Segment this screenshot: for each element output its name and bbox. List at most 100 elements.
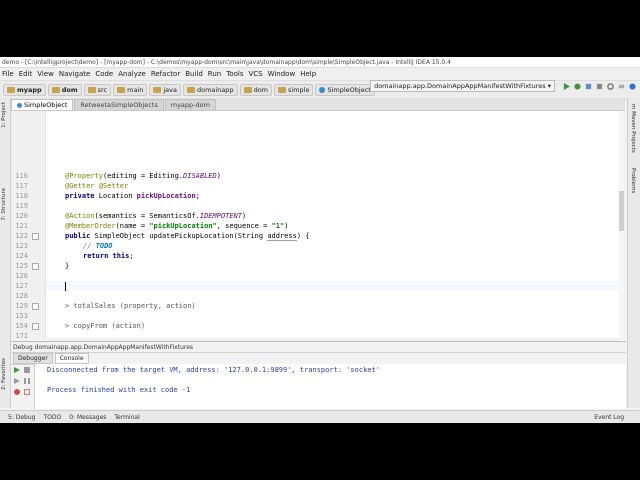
messages-tool-button[interactable]: 0: Messages	[69, 414, 106, 421]
debug-side-toolbar	[11, 364, 35, 409]
menu-help[interactable]: Help	[300, 70, 316, 78]
line-number: 124	[15, 252, 28, 260]
console-output[interactable]: Disconnected from the target VM, address…	[35, 364, 626, 409]
menu-run[interactable]: Run	[208, 70, 221, 78]
right-tool-strip: m Maven Projects Problems	[627, 98, 640, 408]
mute-breakpoints-icon[interactable]	[24, 389, 30, 395]
folder-icon	[7, 87, 15, 93]
code-editor[interactable]: 116 117 118 119 120 121 122 123 124 125 …	[11, 111, 624, 340]
fold-toggle[interactable]	[32, 303, 39, 310]
menu-analyze[interactable]: Analyze	[118, 70, 146, 78]
line-number: 128	[15, 292, 28, 300]
debug-icon[interactable]	[574, 82, 581, 90]
menu-code[interactable]: Code	[95, 70, 113, 78]
line-number: 171	[15, 332, 28, 340]
class-icon	[319, 87, 326, 93]
line-number: 126	[15, 272, 28, 280]
title-bar: demo - [C:\intelligproject\demo] - [myap…	[0, 57, 640, 68]
structure-tool-button[interactable]: 7: Structure	[1, 188, 7, 221]
line-number: 121	[15, 222, 28, 230]
folded-region[interactable]: > copyFrom (action)	[65, 322, 145, 330]
status-bar: 5: Debug TODO 0: Messages Terminal Event…	[0, 410, 640, 423]
tab-debugger[interactable]: Debugger	[13, 353, 53, 364]
scroll-thumb[interactable]	[619, 191, 624, 231]
menu-build[interactable]: Build	[185, 70, 203, 78]
tab-myapp-dom[interactable]: myapp-dom	[164, 99, 216, 110]
maven-projects-tool-button[interactable]: m Maven Projects	[630, 104, 636, 153]
breadcrumb-myapp[interactable]: myapp	[3, 84, 46, 96]
debug-config[interactable]: domainapp.app.DomainAppAppManifestWithFi…	[35, 344, 193, 351]
code-line: return this;	[83, 252, 134, 260]
tab-retweeta[interactable]: RetweetaSimpleObjects	[74, 99, 164, 110]
coverage-icon[interactable]	[585, 83, 592, 90]
line-number: 119	[15, 202, 28, 210]
run-configuration-select[interactable]: domainapp.app.DomainAppAppManifestWithFi…	[370, 80, 555, 92]
event-log-button[interactable]: Event Log	[594, 414, 624, 421]
terminal-tool-button[interactable]: Terminal	[114, 414, 139, 421]
tab-simpleobject[interactable]: SimpleObject	[11, 99, 74, 110]
debug-header: Debug domainapp.app.DomainAppAppManifest…	[11, 342, 626, 353]
line-number: 154	[15, 322, 28, 330]
text-caret	[65, 282, 66, 291]
breadcrumb-main[interactable]: main	[113, 84, 148, 96]
favorites-tool-button[interactable]: 2: Favorites	[1, 358, 7, 390]
run-toolbar: domainapp.app.DomainAppAppManifestWithFi…	[370, 80, 636, 92]
menu-tools[interactable]: Tools	[226, 70, 243, 78]
line-number: 118	[15, 192, 28, 200]
project-tool-button[interactable]: 1: Project	[1, 102, 7, 128]
menu-view[interactable]: View	[37, 70, 54, 78]
console-line: Disconnected from the target VM, address…	[47, 366, 380, 374]
breadcrumb-simple[interactable]: simple	[274, 84, 314, 96]
breadcrumb-dom-package[interactable]: dom	[239, 84, 273, 96]
settings-icon[interactable]	[607, 82, 614, 90]
run-icon[interactable]	[563, 82, 570, 90]
code-line: @MemberOrder(name = "pickUpLocation", se…	[65, 222, 289, 230]
fold-toggle[interactable]	[32, 263, 39, 270]
left-tool-strip: 1: Project 7: Structure 2: Favorites	[0, 98, 11, 408]
view-breakpoints-icon[interactable]	[14, 389, 20, 395]
folder-icon	[117, 87, 126, 93]
editor-scrollbar[interactable]	[619, 111, 624, 338]
line-number: 122	[15, 232, 28, 240]
line-number: 129	[15, 302, 28, 310]
menu-refactor[interactable]: Refactor	[151, 70, 180, 78]
code-line: @Property(editing = Editing.DISABLED)	[65, 172, 221, 180]
todo-tool-button[interactable]: TODO	[43, 414, 61, 421]
stop-icon[interactable]	[24, 367, 30, 373]
fold-toggle[interactable]	[32, 233, 39, 240]
menu-window[interactable]: Window	[268, 70, 296, 78]
window-title: demo - [C:\intelligproject\demo] - [myap…	[2, 58, 451, 66]
folded-region[interactable]: > totalSales (property, action)	[65, 302, 196, 310]
breadcrumb-dom[interactable]: dom	[47, 84, 82, 96]
code-line: @Getter @Setter	[65, 182, 129, 190]
rerun-icon[interactable]	[14, 367, 20, 373]
breadcrumb-src[interactable]: src	[83, 84, 112, 96]
code-line: private Location pickUpLocation;	[65, 192, 200, 200]
folder-icon	[153, 87, 162, 93]
breadcrumb-simpleobject[interactable]: SimpleObject	[315, 84, 375, 96]
fold-toggle[interactable]	[32, 323, 39, 330]
breadcrumb-domainapp[interactable]: domainapp	[182, 84, 238, 96]
stop-icon[interactable]	[596, 83, 603, 90]
help-icon[interactable]	[629, 82, 636, 90]
line-number: 123	[15, 242, 28, 250]
menu-navigate[interactable]: Navigate	[59, 70, 90, 78]
class-icon	[17, 102, 22, 108]
resume-icon[interactable]	[14, 378, 20, 384]
line-number: 120	[15, 212, 28, 220]
ide-window: demo - [C:\intelligproject\demo] - [myap…	[0, 57, 640, 423]
menu-edit[interactable]: Edit	[19, 70, 33, 78]
problems-tool-button[interactable]: Problems	[630, 168, 636, 193]
debug-tool-button[interactable]: 5: Debug	[8, 414, 35, 421]
breadcrumb-java[interactable]: java	[149, 84, 181, 96]
line-number: 125	[15, 262, 28, 270]
pause-icon[interactable]	[24, 378, 30, 384]
menu-file[interactable]: File	[2, 70, 14, 78]
debug-panel: Debug domainapp.app.DomainAppAppManifest…	[11, 341, 626, 409]
menu-bar: File Edit View Navigate Code Analyze Ref…	[0, 68, 640, 80]
sdk-icon[interactable]	[618, 83, 625, 90]
menu-vcs[interactable]: VCS	[248, 70, 262, 78]
line-number: 116	[15, 172, 28, 180]
folder-icon	[278, 87, 287, 93]
tab-console[interactable]: Console	[54, 353, 89, 364]
